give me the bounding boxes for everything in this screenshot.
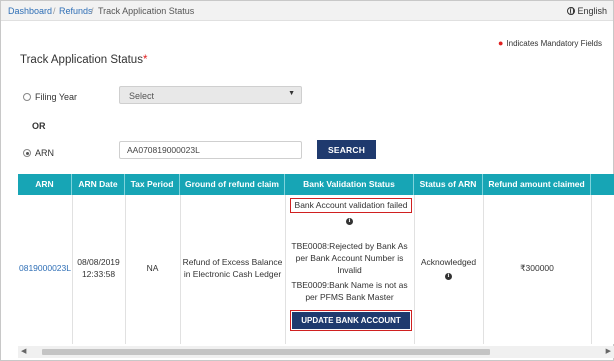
arn-input[interactable] <box>119 141 302 159</box>
cell-status-of-arn: Acknowledged i <box>414 256 483 280</box>
column-divider <box>591 195 592 344</box>
tbe0009-line2: per PFMS Bank Master <box>305 292 394 302</box>
info-icon[interactable]: i <box>445 273 452 280</box>
header-status: Status of ARN <box>414 174 483 195</box>
breadcrumb-separator: / <box>53 6 56 16</box>
or-divider: OR <box>32 121 46 131</box>
scroll-left-arrow-icon[interactable]: ◀ <box>21 347 26 355</box>
globe-icon <box>567 7 576 15</box>
cell-status-text: Acknowledged <box>420 257 477 267</box>
header-arn-date: ARN Date <box>72 174 125 195</box>
tbe0008-line3: Invalid <box>337 265 362 275</box>
header-ground: Ground of refund claim <box>180 174 285 195</box>
breadcrumb-current: Track Application Status <box>98 6 195 16</box>
tbe0008-line1: TBE0008:Rejected by Bank As <box>291 241 408 251</box>
page-title-text: Track Application Status <box>20 54 143 66</box>
info-icon[interactable]: i <box>346 218 353 225</box>
language-selector[interactable]: English <box>567 6 607 16</box>
chevron-down-icon: ▼ <box>288 90 295 97</box>
breadcrumb-refunds[interactable]: Refunds <box>59 6 93 16</box>
bank-status-info[interactable]: i <box>285 213 414 225</box>
filing-year-select[interactable]: Select ▼ <box>119 86 302 104</box>
filing-year-select-value: Select <box>129 91 155 101</box>
results-table: ARN ARN Date Tax Period Ground of refund… <box>18 174 614 344</box>
cell-ground: Refund of Excess Balance in Electronic C… <box>180 256 285 280</box>
cell-ground-line2: in Electronic Cash Ledger <box>183 269 282 279</box>
bank-validation-failed-highlight: Bank Account validation failed <box>290 198 412 213</box>
update-bank-account-highlight: UPDATE BANK ACCOUNT <box>290 310 412 331</box>
tbe0009-line1: TBE0009:Bank Name is not as <box>291 280 408 290</box>
header-arn: ARN <box>18 174 72 195</box>
scroll-right-arrow-icon[interactable]: ▶ <box>606 347 611 355</box>
update-bank-account-button[interactable]: UPDATE BANK ACCOUNT <box>292 312 410 329</box>
tbe0009-message: TBE0009:Bank Name is not as per PFMS Ban… <box>285 279 414 303</box>
cell-ground-line1: Refund of Excess Balance <box>182 257 283 267</box>
required-dot-icon: ● <box>497 38 504 48</box>
header-tax-period: Tax Period <box>125 174 180 195</box>
header-bank-validation: Bank Validation Status <box>285 174 414 195</box>
cell-arn-date-line1: 08/08/2019 <box>77 257 120 267</box>
breadcrumb-separator: / <box>91 6 94 16</box>
language-label: English <box>577 6 607 16</box>
arn-radio[interactable] <box>23 149 31 157</box>
cell-arn-date-line2: 12:33:58 <box>81 269 116 279</box>
filing-year-label: Filing Year <box>35 92 78 102</box>
search-button[interactable]: SEARCH <box>317 140 376 159</box>
cell-tax-period: NA <box>146 263 159 273</box>
cell-refund-amount: ₹300000 <box>520 263 554 273</box>
mandatory-note: ● Indicates Mandatory Fields <box>498 38 602 48</box>
header-refund-amount: Refund amount claimed <box>483 174 591 195</box>
header-next <box>591 174 614 195</box>
scrollbar-thumb[interactable] <box>42 349 490 355</box>
breadcrumb: Dashboard / Refunds / Track Application … <box>1 1 613 21</box>
tbe0008-message: TBE0008:Rejected by Bank As per Bank Acc… <box>285 240 414 276</box>
tbe0008-line2: per Bank Account Number is <box>295 253 404 263</box>
cell-arn-date: 08/08/2019 12:33:58 <box>72 256 125 280</box>
arn-label: ARN <box>35 148 55 158</box>
horizontal-scrollbar[interactable]: ◀ ▶ <box>18 346 614 358</box>
breadcrumb-dashboard[interactable]: Dashboard <box>8 6 52 16</box>
table-header-row: ARN ARN Date Tax Period Ground of refund… <box>18 174 614 195</box>
page-title: Track Application Status* <box>20 54 147 66</box>
filing-year-radio[interactable] <box>23 93 31 101</box>
required-marker: * <box>142 54 148 66</box>
cell-arn-link[interactable]: 0819000023L <box>18 262 72 274</box>
mandatory-note-text: Indicates Mandatory Fields <box>506 39 602 48</box>
